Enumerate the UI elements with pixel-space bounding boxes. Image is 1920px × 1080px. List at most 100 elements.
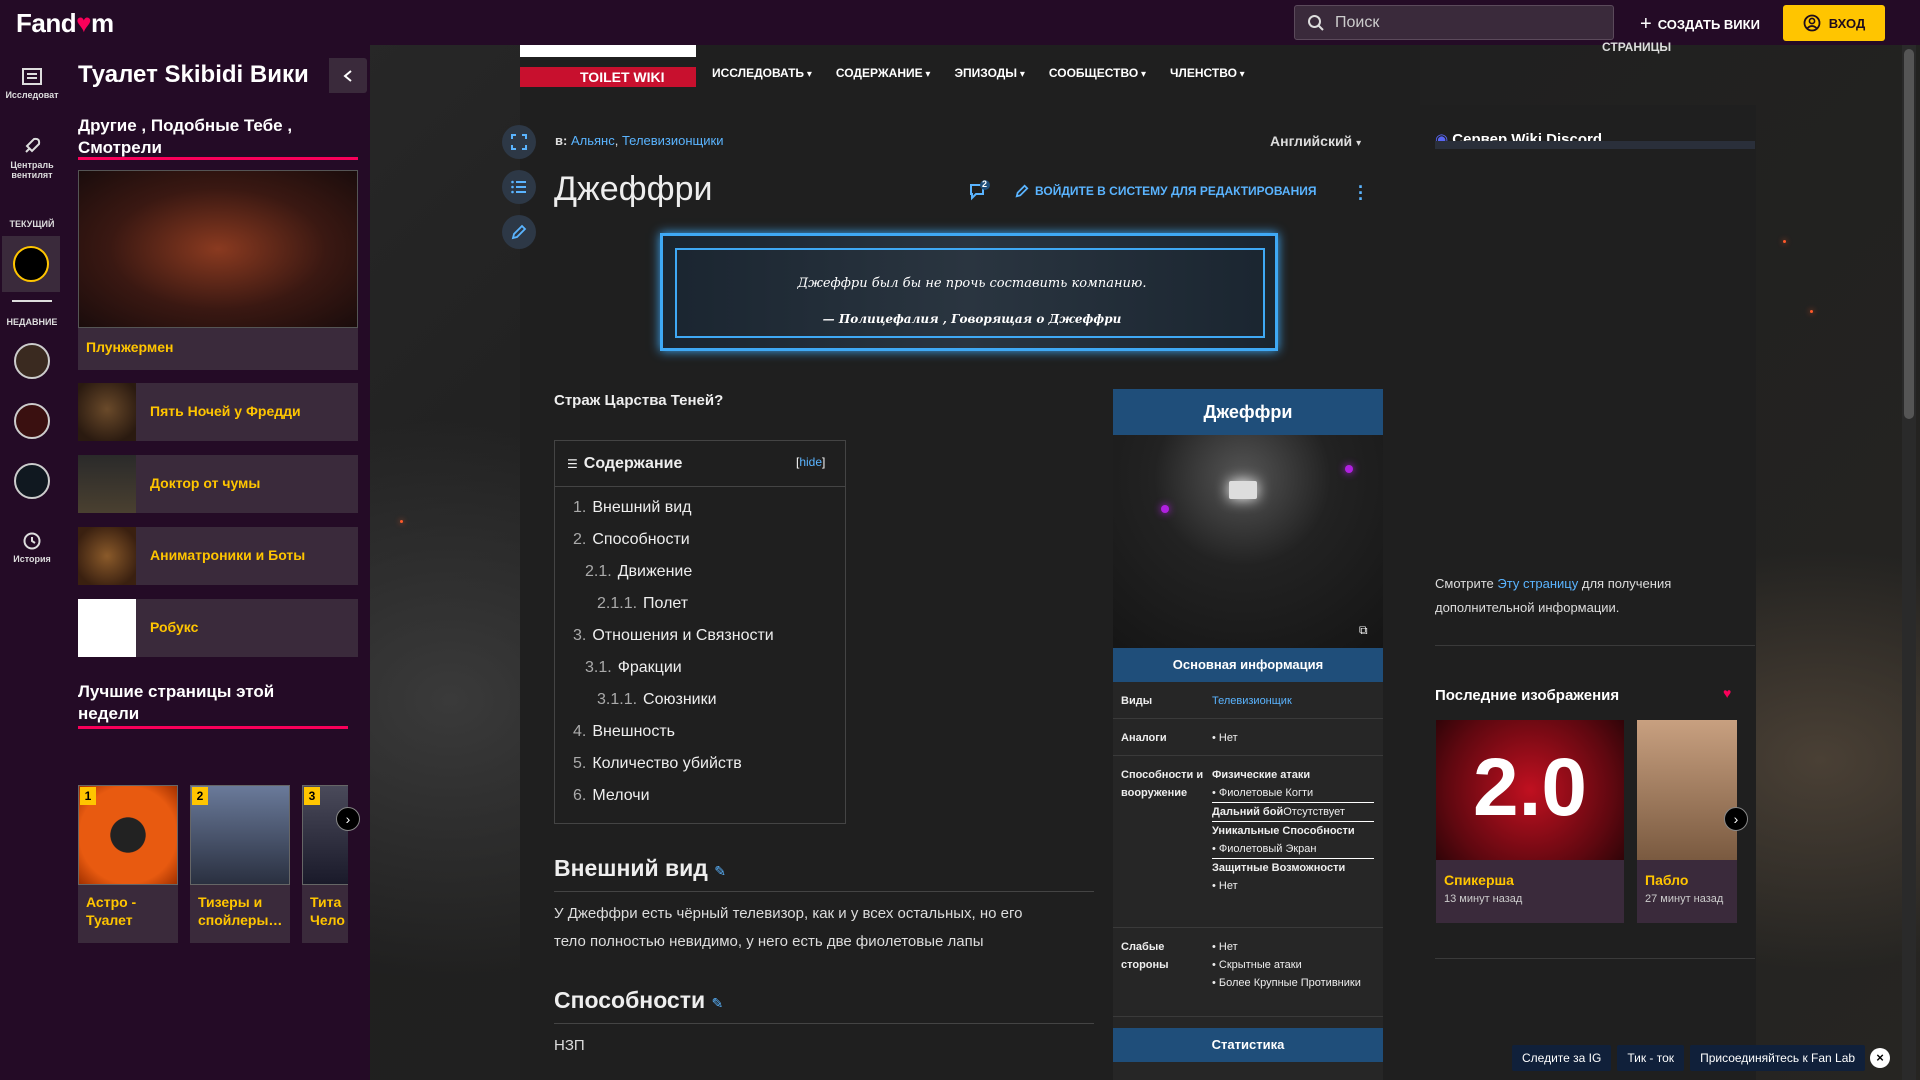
top-page-label: Астро - Туалет xyxy=(86,894,137,928)
recent-wiki-avatar[interactable] xyxy=(14,463,50,499)
recent-wiki-avatar[interactable] xyxy=(14,403,50,439)
search-input[interactable]: Поиск xyxy=(1294,5,1614,40)
toc-button[interactable] xyxy=(502,170,536,204)
list-item[interactable]: Пять Ночей у Фредди xyxy=(78,383,358,441)
toc-item[interactable]: 6. Мелочи xyxy=(573,787,650,805)
fullscreen-button[interactable] xyxy=(502,125,536,159)
note-text: Смотрите xyxy=(1435,576,1494,591)
nav-episodes[interactable]: ЭПИЗОДЫ xyxy=(954,66,1024,80)
top-page-card[interactable]: 2 Тизеры и спойлеры… xyxy=(190,785,290,943)
table-of-contents: ☰ Содержание [hide] 1. Внешний вид 2. Спос… xyxy=(554,440,846,824)
tiktok-link[interactable]: Тик - ток xyxy=(1617,1045,1685,1071)
pencil-icon xyxy=(1015,184,1029,198)
toc-item[interactable]: 1. Внешний вид xyxy=(573,499,692,517)
recent-image-card[interactable]: 2.0 Спикерша 13 минут назад xyxy=(1436,720,1624,923)
discord-widget[interactable] xyxy=(1435,141,1755,149)
toc-item[interactable]: 2. Способности xyxy=(573,531,690,549)
pencil-icon[interactable]: ✎ xyxy=(714,863,726,879)
sidebar-title[interactable]: Туалет Skibidi Вики xyxy=(78,61,309,89)
toc-label: Внешний вид xyxy=(592,499,692,516)
rail-current-item[interactable] xyxy=(2,236,60,292)
language-selector[interactable]: Английский ▾ xyxy=(1270,133,1361,149)
recent-image-time: 13 минут назад xyxy=(1444,893,1523,905)
section-heading-top: Лучшие страницы этой недели xyxy=(78,682,275,723)
recent-wiki-avatar[interactable] xyxy=(14,343,50,379)
toc-item[interactable]: 2.1. Движение xyxy=(585,563,692,581)
pages-label[interactable]: СТРАНИЦЫ xyxy=(1602,40,1671,54)
expand-image-icon[interactable]: ⧉ xyxy=(1359,623,1368,638)
rocket-icon xyxy=(25,137,41,153)
create-wiki-button[interactable]: + СОЗДАТЬ ВИКИ xyxy=(1640,13,1760,36)
fanlab-link[interactable]: Присоединяйтесь к Fan Lab xyxy=(1690,1045,1866,1071)
fandom-logo[interactable]: Fand♥m xyxy=(16,8,114,39)
infobox-value: • Нет • Скрытные атаки • Более Крупные П… xyxy=(1212,938,1362,992)
list-item-label: Доктор от чумы xyxy=(150,475,261,491)
featured-card[interactable]: Плунжермен xyxy=(78,170,358,370)
recent-image-card[interactable]: Пабло 27 минут назад xyxy=(1637,720,1737,923)
infobox-image[interactable]: ⧉ xyxy=(1113,435,1383,648)
tv-screen xyxy=(1229,481,1257,499)
carousel-next-button[interactable]: › xyxy=(336,807,360,831)
plus-icon: + xyxy=(1640,13,1652,35)
nav-explore[interactable]: ИССЛЕДОВАТЬ xyxy=(712,66,812,80)
toc-num: 2. xyxy=(573,531,587,548)
ability-item: • Нет xyxy=(1212,880,1238,892)
rail-divider xyxy=(12,300,52,302)
close-icon[interactable]: × xyxy=(1870,1048,1890,1068)
nav-membership[interactable]: ЧЛЕНСТВО xyxy=(1170,66,1245,80)
collapse-sidebar-button[interactable] xyxy=(329,58,367,93)
discord-page-link[interactable]: Эту страницу xyxy=(1497,576,1578,591)
wiki-logo[interactable]: TOILET WIKI xyxy=(520,45,696,89)
current-wiki-avatar xyxy=(13,246,49,282)
list-item-label: Пять Ночей у Фредди xyxy=(150,403,301,419)
toc-item[interactable]: 5. Количество убийств xyxy=(573,755,742,773)
page-scrollbar[interactable] xyxy=(1902,45,1916,1080)
instagram-link[interactable]: Следите за IG xyxy=(1512,1045,1612,1071)
infobox-value: • Нет xyxy=(1212,732,1238,744)
toc-hide-toggle[interactable]: [hide] xyxy=(796,455,825,469)
toc-num: 3.1. xyxy=(585,659,612,676)
pencil-icon[interactable]: ✎ xyxy=(712,995,724,1011)
toc-label: Фракции xyxy=(617,659,682,676)
infobox-link[interactable]: Телевизионщик xyxy=(1212,692,1292,710)
pencil-icon xyxy=(511,224,527,240)
login-to-edit-link[interactable]: ВОЙДИТЕ В СИСТЕМУ ДЛЯ РЕДАКТИРОВАНИЯ xyxy=(1015,184,1317,198)
toc-item[interactable]: 4. Внешность xyxy=(573,723,675,741)
list-item[interactable]: Доктор от чумы xyxy=(78,455,358,513)
featured-thumbnail xyxy=(78,170,358,328)
weakness-text: Более Крупные Противники xyxy=(1218,977,1361,989)
ability-text: Отсутствует xyxy=(1283,806,1345,818)
comments-button[interactable]: 2 xyxy=(968,179,990,207)
rail-explore[interactable]: Исследоват xyxy=(0,67,64,100)
list-item[interactable]: Аниматроники и Боты xyxy=(78,527,358,585)
list-item[interactable]: Робукс xyxy=(78,599,358,657)
category-link[interactable]: Телевизионщики xyxy=(622,133,724,148)
section-title: Внешний вид xyxy=(554,855,708,881)
nav-community[interactable]: СООБЩЕСТВО xyxy=(1049,66,1146,80)
list-item-label: Аниматроники и Боты xyxy=(150,547,306,563)
toc-num: 3.1.1. xyxy=(597,691,638,708)
wiki-nav: ИССЛЕДОВАТЬ СОДЕРЖАНИЕ ЭПИЗОДЫ СООБЩЕСТВ… xyxy=(712,66,1245,80)
toc-num: 2.1. xyxy=(585,563,612,580)
section-rule xyxy=(554,1023,1094,1024)
login-button[interactable]: ВХОД xyxy=(1783,5,1885,41)
edit-button[interactable] xyxy=(502,215,536,249)
top-page-card[interactable]: 1 Астро - Туалет xyxy=(78,785,178,943)
infobox-key: Слабые стороны xyxy=(1121,941,1169,971)
category-link[interactable]: Альянс xyxy=(571,133,615,148)
section-title: Способности xyxy=(554,987,706,1013)
toc-item[interactable]: 3. Отношения и Связности xyxy=(573,627,774,645)
list-thumbnail xyxy=(78,599,136,657)
carousel-next-button[interactable]: › xyxy=(1724,807,1748,831)
rail-history[interactable]: История xyxy=(0,531,64,564)
toc-item[interactable]: 2.1.1. Полет xyxy=(597,595,688,613)
ability-heading: Дальний бой xyxy=(1212,806,1284,818)
nav-content[interactable]: СОДЕРЖАНИЕ xyxy=(836,66,931,80)
scrollbar-thumb[interactable] xyxy=(1904,49,1914,419)
infobox-key: Виды xyxy=(1121,695,1153,707)
toc-item[interactable]: 3.1.1. Союзники xyxy=(597,691,717,709)
toc-item[interactable]: 3.1. Фракции xyxy=(585,659,682,677)
rail-central[interactable]: Централь вентилят xyxy=(0,135,64,180)
more-actions-icon[interactable]: · · · xyxy=(1358,178,1364,208)
rail-explore-label: Исследоват xyxy=(5,90,59,100)
